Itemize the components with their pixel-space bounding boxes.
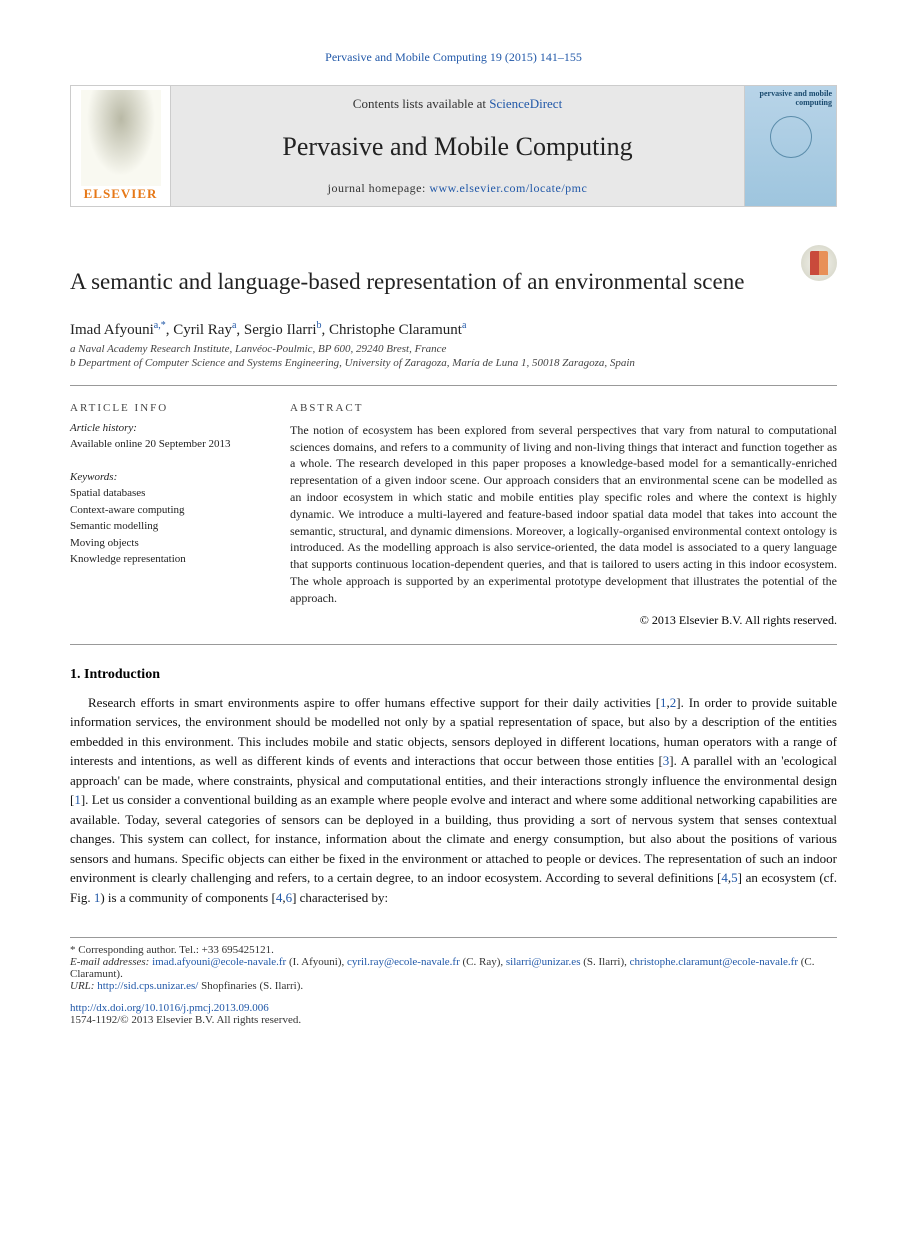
body-txt: ] characterised by: [292,890,388,905]
affiliation-b: b Department of Computer Science and Sys… [70,357,837,369]
url-who: Shopfinaries [201,980,257,992]
homepage-line: journal homepage: www.elsevier.com/locat… [171,181,744,196]
keyword-1: Spatial databases [70,485,250,502]
divider-2 [70,644,837,645]
publisher-name: ELSEVIER [84,186,158,202]
body-txt: ) is a community of components [ [100,890,275,905]
author-4: Christophe Claramunt [329,322,462,338]
sciencedirect-link[interactable]: ScienceDirect [489,96,562,111]
article-info-head: ARTICLE INFO [70,402,250,414]
bookmark-icon [810,251,828,275]
keywords-label: Keywords: [70,469,250,486]
journal-cover-thumb: pervasive and mobile computing [744,86,836,206]
cover-title: pervasive and mobile computing [749,90,832,108]
article-title: A semantic and language-based representa… [70,267,744,297]
emails-line: E-mail addresses: imad.afyouni@ecole-nav… [70,956,837,980]
issn-copyright: 1574-1192/© 2013 Elsevier B.V. All right… [70,1014,837,1026]
email-2[interactable]: cyril.ray@ecole-navale.fr [347,956,460,968]
keyword-4: Moving objects [70,535,250,552]
abstract-text: The notion of ecosystem has been explore… [290,422,837,607]
journal-name: Pervasive and Mobile Computing [171,132,744,162]
homepage-prefix: journal homepage: [328,181,430,195]
abstract-copyright: © 2013 Elsevier B.V. All rights reserved… [290,613,837,628]
elsevier-logo: ELSEVIER [71,86,171,206]
author-4-sup: a [462,320,466,331]
cover-figure-icon [770,116,812,158]
article-info-column: ARTICLE INFO Article history: Available … [70,402,250,628]
author-1: Imad Afyouni [70,322,154,338]
elsevier-tree-icon [81,90,161,186]
author-url[interactable]: http://sid.cps.unizar.es/ [97,980,198,992]
journal-reference: Pervasive and Mobile Computing 19 (2015)… [70,50,837,65]
section-heading: 1. Introduction [70,667,837,683]
author-3: Sergio Ilarri [244,322,317,338]
author-1-sup: a,* [154,320,166,331]
email-3[interactable]: silarri@unizar.es [506,956,581,968]
email-1[interactable]: imad.afyouni@ecole-navale.fr [152,956,286,968]
url-label: URL: [70,980,94,992]
abstract-column: ABSTRACT The notion of ecosystem has bee… [290,402,837,628]
section-num: 1. [70,667,81,682]
homepage-link[interactable]: www.elsevier.com/locate/pmc [429,181,587,195]
footnotes: * Corresponding author. Tel.: +33 695425… [70,937,837,1026]
history-text: Available online 20 September 2013 [70,436,250,453]
contents-prefix: Contents lists available at [353,96,489,111]
divider [70,385,837,386]
body-paragraph-1: Research efforts in smart environments a… [70,693,837,908]
abstract-head: ABSTRACT [290,402,837,414]
email-1-who: (I. Afyouni) [289,956,342,968]
crossmark-icon[interactable] [801,245,837,281]
header-center: Contents lists available at ScienceDirec… [171,86,744,206]
doi-link[interactable]: http://dx.doi.org/10.1016/j.pmcj.2013.09… [70,1002,269,1014]
body-txt: Research efforts in smart environments a… [88,695,660,710]
authors-line: Imad Afyounia,*, Cyril Raya, Sergio Ilar… [70,320,837,339]
corresponding-author: * Corresponding author. Tel.: +33 695425… [70,944,837,956]
keyword-2: Context-aware computing [70,502,250,519]
author-2-sup: a [232,320,236,331]
author-2: Cyril Ray [173,322,232,338]
author-3-sup: b [317,320,322,331]
emails-label: E-mail addresses: [70,956,149,968]
keyword-5: Knowledge representation [70,551,250,568]
url-line: URL: http://sid.cps.unizar.es/ Shopfinar… [70,980,837,992]
affiliation-a: a Naval Academy Research Institute, Lanv… [70,343,837,355]
url-who2: (S. Ilarri). [259,980,303,992]
email-3-who: (S. Ilarri) [583,956,624,968]
journal-header: ELSEVIER Contents lists available at Sci… [70,85,837,207]
email-4[interactable]: christophe.claramunt@ecole-navale.fr [630,956,798,968]
history-label: Article history: [70,420,250,437]
section-title: Introduction [84,667,160,682]
email-2-who: (C. Ray) [463,956,501,968]
contents-line: Contents lists available at ScienceDirec… [171,96,744,112]
keyword-3: Semantic modelling [70,518,250,535]
